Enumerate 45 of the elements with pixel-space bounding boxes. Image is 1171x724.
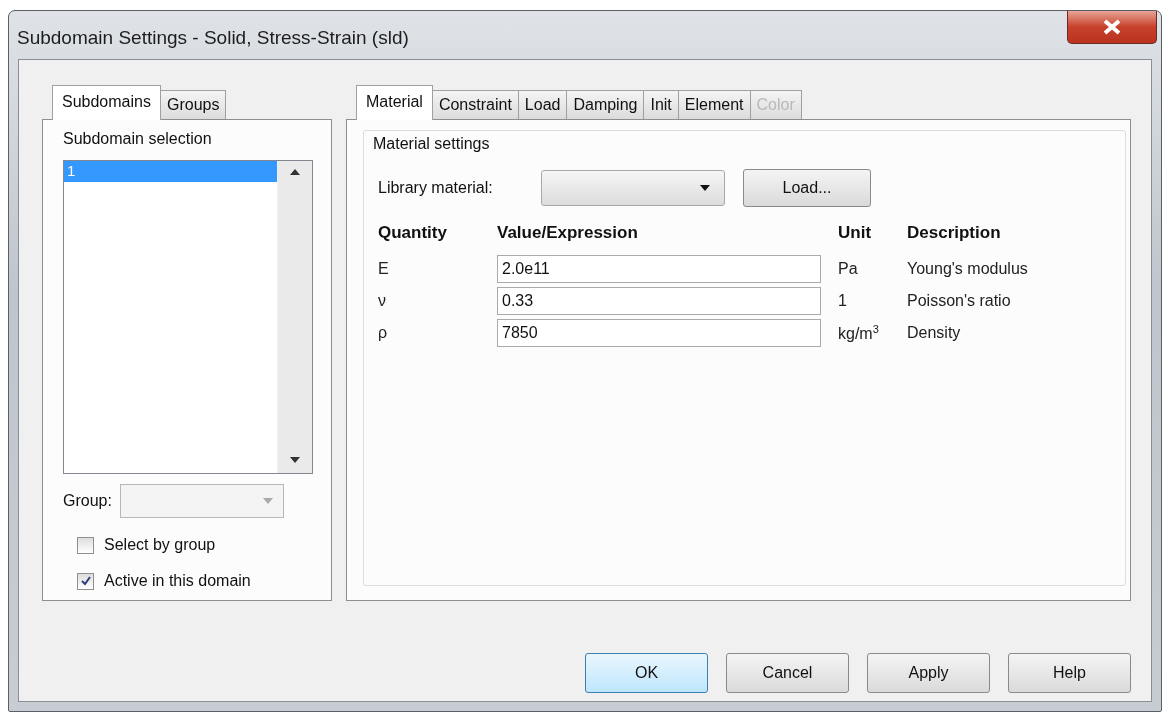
value-field[interactable]: 7850 xyxy=(497,319,821,347)
tab[interactable]: Element xyxy=(677,90,751,119)
dialog-button[interactable]: OK xyxy=(585,653,708,693)
scroll-down-icon[interactable] xyxy=(290,457,300,463)
dialog-button[interactable]: Cancel xyxy=(726,653,849,693)
value-field[interactable]: 0.33 xyxy=(497,287,821,315)
close-icon xyxy=(1102,19,1122,35)
window-title: Subdomain Settings - Solid, Stress-Strain (sld) xyxy=(17,27,409,49)
scroll-up-icon[interactable] xyxy=(290,169,300,175)
close-button[interactable] xyxy=(1067,11,1157,44)
column-header: Value/Expression xyxy=(497,223,639,244)
description-label: Density xyxy=(907,324,962,342)
group-title: Material settings xyxy=(373,135,490,152)
checkbox-label: Active in this domain xyxy=(104,572,251,590)
column-header: Description xyxy=(907,223,1002,244)
group-label: Group: xyxy=(63,492,112,510)
quantity-symbol: E xyxy=(378,260,390,278)
quantity-symbol: ρ xyxy=(378,324,389,342)
checkbox-label: Select by group xyxy=(104,536,216,554)
tab[interactable]: Load xyxy=(517,90,568,119)
column-header: Quantity xyxy=(378,223,448,244)
description-label: Poisson's ratio xyxy=(907,292,1012,310)
unit-label: Pa xyxy=(838,260,859,278)
quantity-symbol: ν xyxy=(378,292,387,310)
tab[interactable]: Init xyxy=(643,90,679,119)
column-header: Unit xyxy=(838,223,873,244)
dialog-button[interactable]: Help xyxy=(1008,653,1131,693)
tab[interactable]: Subdomains xyxy=(52,85,161,120)
load-button[interactable]: Load... xyxy=(743,169,871,207)
group-title: Subdomain selection xyxy=(63,130,213,148)
tab[interactable]: Groups xyxy=(159,90,227,119)
caret-icon xyxy=(262,498,273,504)
caret-icon xyxy=(700,185,710,191)
value-field[interactable]: 2.0e11 xyxy=(497,255,821,283)
tab[interactable]: Damping xyxy=(566,90,645,119)
unit-label: kg/m$^{3}$ xyxy=(838,322,880,344)
tab[interactable]: Material xyxy=(356,85,433,120)
dialog-button[interactable]: Apply xyxy=(867,653,990,693)
tab[interactable]: Constraint xyxy=(431,90,519,119)
checkbox[interactable] xyxy=(77,572,94,590)
description-label: Young's modulus xyxy=(907,260,1029,278)
checkbox[interactable] xyxy=(77,536,94,554)
scrollbar[interactable] xyxy=(277,161,312,473)
unit-label: 1 xyxy=(838,292,848,310)
library-label: Library material: xyxy=(378,179,494,197)
